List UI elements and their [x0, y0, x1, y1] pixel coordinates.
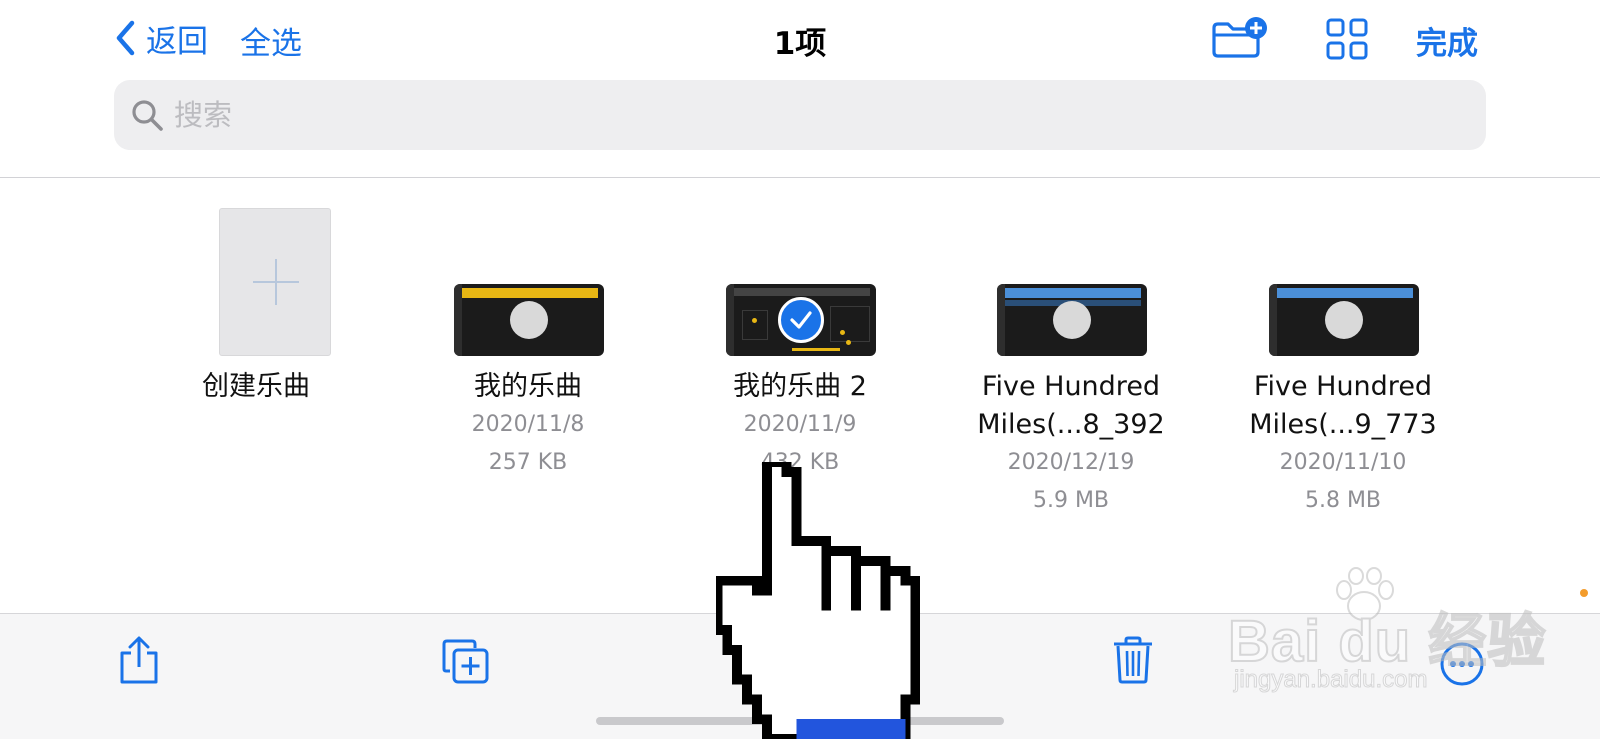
- thumbnail-placeholder-circle: [510, 301, 548, 339]
- chevron-left-icon: [116, 20, 135, 56]
- item-name: 我的乐曲 2: [733, 371, 867, 402]
- item-name-line1: Five Hundred: [981, 371, 1161, 402]
- duplicate-icon[interactable]: [442, 639, 490, 685]
- item-name: 创建乐曲: [202, 371, 310, 402]
- indicator-dot: [1580, 589, 1588, 597]
- create-song-item[interactable]: 创建乐曲: [136, 208, 376, 408]
- item-size: 5.8 MB: [1304, 488, 1382, 513]
- back-button[interactable]: 返回: [112, 16, 208, 60]
- item-date: 2020/11/10: [1279, 450, 1407, 475]
- home-indicator: [596, 717, 1004, 725]
- item-date: 2020/11/8: [471, 412, 585, 437]
- header-divider: [0, 177, 1600, 178]
- new-folder-icon[interactable]: [1210, 16, 1270, 58]
- item-size: 432 KB: [760, 450, 840, 475]
- thumbnail-placeholder-circle: [1053, 301, 1091, 339]
- file-item-selected[interactable]: 我的乐曲 2 2020/11/9 432 KB: [680, 208, 920, 478]
- page-title: 1项: [773, 26, 827, 62]
- thumbnail-placeholder-circle: [1325, 301, 1363, 339]
- file-item[interactable]: 我的乐曲 2020/11/8 257 KB: [408, 208, 648, 478]
- item-name-line1: Five Hundred: [1253, 371, 1433, 402]
- select-all-button[interactable]: 全选: [240, 18, 302, 63]
- file-thumbnail: [997, 284, 1147, 356]
- file-thumbnail: [726, 284, 876, 356]
- share-icon[interactable]: [118, 636, 160, 686]
- back-label: 返回: [146, 23, 208, 60]
- item-date: 2020/11/9: [743, 412, 857, 437]
- file-thumbnail: [1269, 284, 1419, 356]
- done-button[interactable]: 完成: [1416, 18, 1478, 63]
- search-icon: [132, 100, 163, 131]
- bottom-toolbar: [0, 613, 1600, 739]
- item-name: 我的乐曲: [474, 371, 582, 402]
- file-thumbnail: [454, 284, 604, 356]
- item-date: 2020/12/19: [1007, 450, 1135, 475]
- item-name-line2: Miles(...9_773: [1249, 409, 1437, 440]
- file-item[interactable]: Five Hundred Miles(...8_392 2020/12/19 5…: [951, 208, 1191, 518]
- item-size: 257 KB: [488, 450, 568, 475]
- checkmark-icon: [778, 297, 824, 343]
- more-options-icon[interactable]: [1440, 642, 1484, 686]
- search-bar[interactable]: [114, 80, 1486, 150]
- file-item[interactable]: Five Hundred Miles(...9_773 2020/11/10 5…: [1223, 208, 1463, 518]
- grid-view-icon[interactable]: [1326, 18, 1368, 60]
- create-song-tile[interactable]: [219, 208, 331, 356]
- search-input[interactable]: [174, 98, 1374, 132]
- item-size: 5.9 MB: [1032, 488, 1110, 513]
- navigation-bar: 返回 全选 1项 完成: [0, 0, 1600, 78]
- trash-icon[interactable]: [1112, 636, 1154, 684]
- item-name-line2: Miles(...8_392: [977, 409, 1165, 440]
